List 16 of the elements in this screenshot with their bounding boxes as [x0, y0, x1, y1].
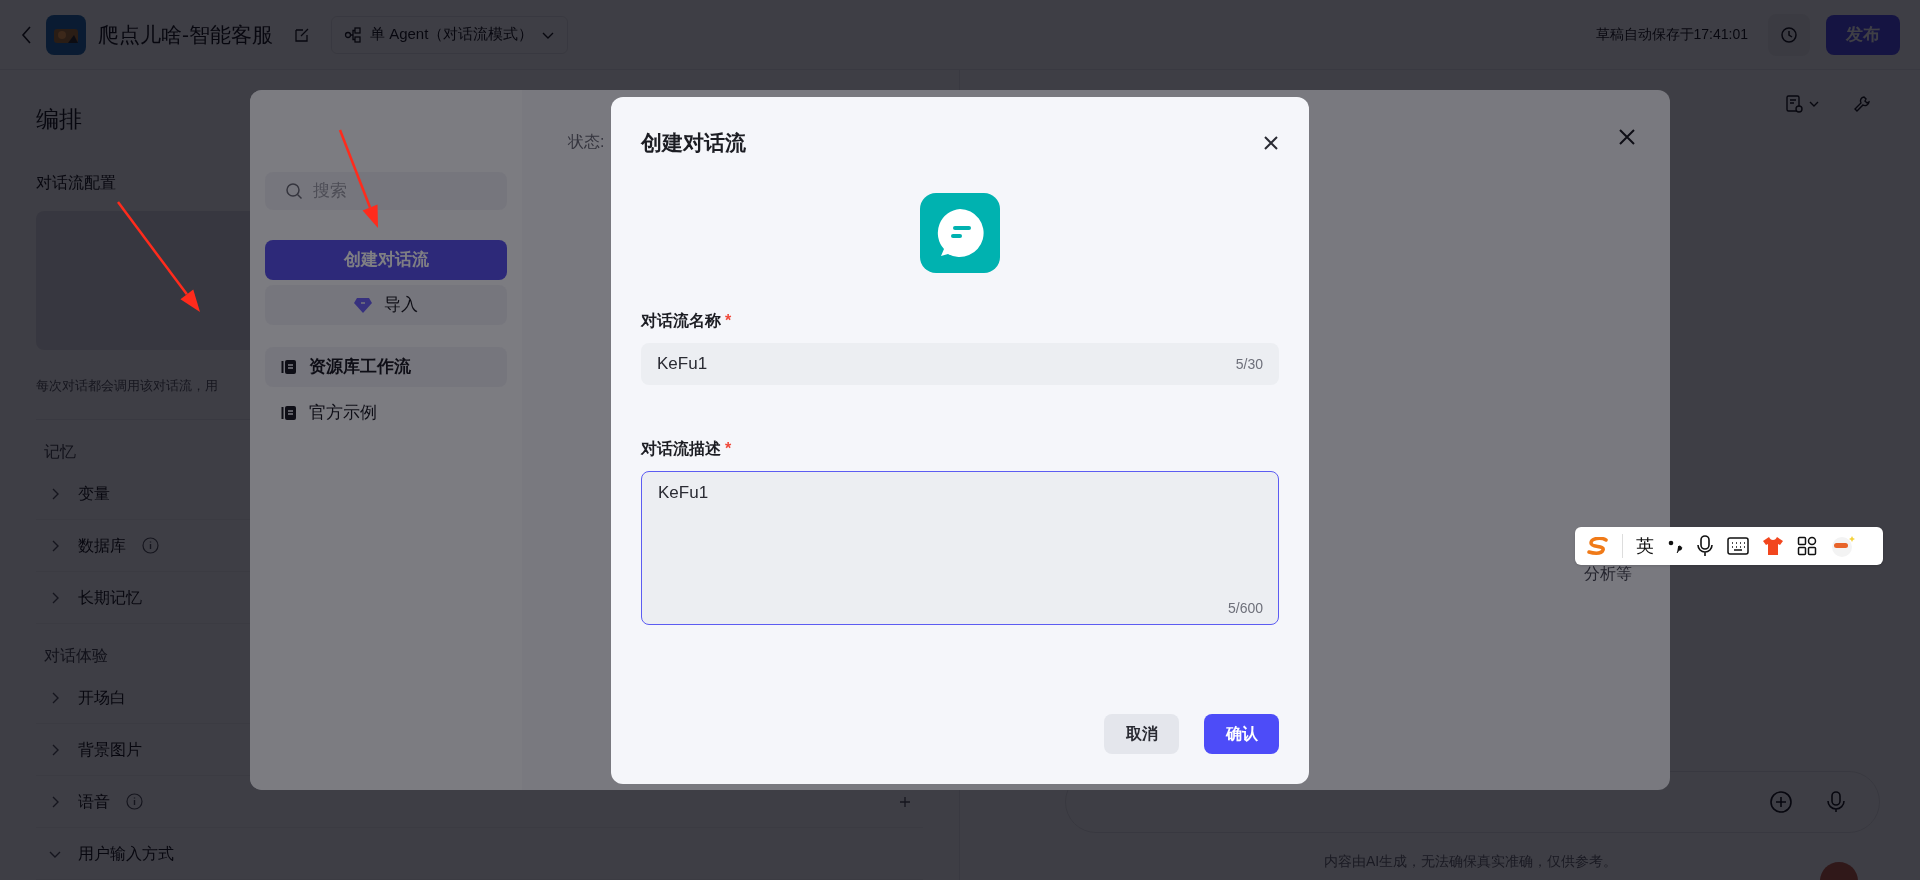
status-label: 状态:	[568, 132, 605, 152]
character-count: 5/600	[1227, 598, 1263, 618]
required-marker: *	[725, 310, 732, 331]
dialog-title: 创建对话流	[641, 130, 746, 156]
import-button[interactable]: 导入	[265, 285, 507, 325]
field-label: 对话流名称	[641, 310, 721, 331]
description-fragment: 分析等	[1584, 564, 1632, 584]
category-item[interactable]: 资源库工作流	[265, 347, 507, 387]
cancel-button[interactable]: 取消	[1104, 714, 1179, 754]
input-mode-toggle[interactable]: 英	[1636, 532, 1654, 560]
field-label: 对话流描述	[641, 438, 721, 459]
required-marker: *	[725, 438, 732, 459]
confirm-button[interactable]: 确认	[1204, 714, 1279, 754]
create-workflow-button[interactable]: 创建对话流	[265, 240, 507, 280]
category-item[interactable]: 官方示例	[265, 393, 507, 433]
character-count: 5/30	[1235, 354, 1263, 374]
